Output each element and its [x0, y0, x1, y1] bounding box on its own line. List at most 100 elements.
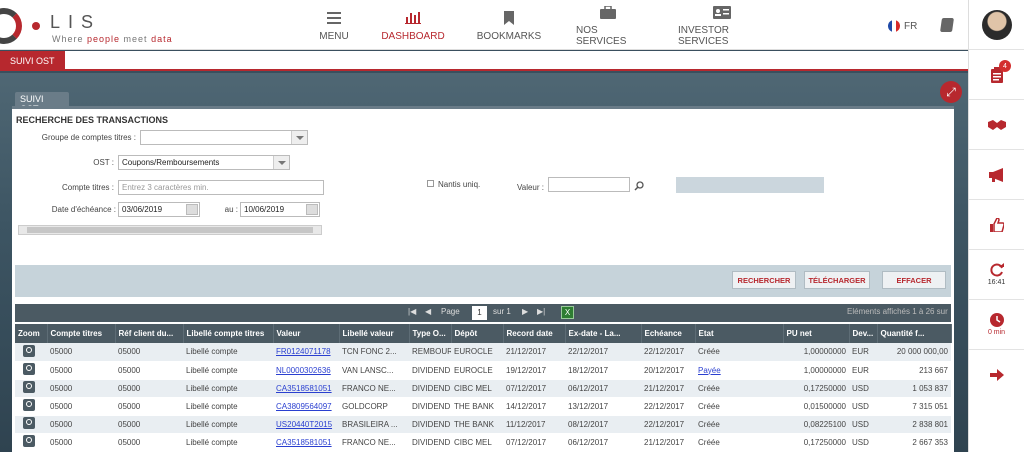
zoom-cell[interactable]: [15, 361, 47, 380]
handshake-button[interactable]: [969, 100, 1024, 150]
nav-bookmarks[interactable]: BOOKMARKS: [477, 0, 541, 50]
announcements-button[interactable]: [969, 150, 1024, 200]
expand-icon: ⤢: [946, 84, 956, 99]
zoom-icon[interactable]: [23, 417, 35, 429]
column-header[interactable]: Dev...: [849, 324, 878, 343]
download-button[interactable]: TÉLÉCHARGER: [804, 271, 870, 289]
column-header[interactable]: Dépôt: [451, 324, 504, 343]
valeur-link[interactable]: CA3518581051: [276, 438, 332, 447]
book-icon[interactable]: [940, 18, 954, 32]
valeur-link[interactable]: FR0124071178: [276, 347, 331, 356]
ost-select[interactable]: Coupons/Remboursements: [118, 155, 290, 170]
table-cell: Libellé compte: [183, 379, 273, 398]
column-header[interactable]: Ex-date - La...: [565, 324, 642, 343]
column-header[interactable]: Compte titres: [47, 324, 116, 343]
column-header[interactable]: Echéance: [641, 324, 696, 343]
valeur-input[interactable]: [548, 177, 630, 192]
search-button[interactable]: RECHERCHER: [732, 271, 796, 289]
column-header[interactable]: PU net: [783, 324, 850, 343]
groupe-select[interactable]: [140, 130, 308, 145]
zoom-cell[interactable]: [15, 415, 47, 434]
like-button[interactable]: [969, 200, 1024, 250]
panel-tab[interactable]: SUIVI OST: [15, 92, 69, 114]
column-header[interactable]: Type O...: [409, 324, 452, 343]
table-row[interactable]: 05000 05000 Libellé compte CA3518581051 FRAN…: [15, 379, 951, 398]
zoom-cell[interactable]: [15, 397, 47, 416]
table-cell: REMBOUR: [409, 343, 451, 362]
date-from-input[interactable]: 03/06/2019: [118, 202, 200, 217]
table-cell: USD: [849, 433, 877, 452]
column-header[interactable]: Réf client du...: [115, 324, 184, 343]
expand-button[interactable]: ⤢: [940, 81, 962, 103]
scrollbar-thumb[interactable]: [27, 227, 313, 233]
timer-button[interactable]: 0 min: [969, 300, 1024, 350]
nav-nos-services[interactable]: NOS SERVICES: [576, 0, 640, 50]
last-page-icon[interactable]: ▶|: [537, 307, 545, 316]
notifications-button[interactable]: 4: [969, 50, 1024, 100]
column-header[interactable]: Libellé compte titres: [183, 324, 274, 343]
valeur-link[interactable]: CA3518581051: [276, 384, 332, 393]
valeur-link[interactable]: US20440T2015: [276, 420, 332, 429]
excel-export-icon[interactable]: X: [561, 306, 574, 319]
clear-button[interactable]: EFFACER: [882, 271, 946, 289]
language-selector[interactable]: FR: [888, 20, 917, 32]
valeur-link[interactable]: CA3809564097: [276, 402, 332, 411]
date-label: Date d'échéance :: [51, 205, 116, 214]
date-to-input[interactable]: 10/06/2019: [240, 202, 320, 217]
table-cell: USD: [849, 397, 877, 416]
column-header[interactable]: Etat: [695, 324, 784, 343]
refresh-button[interactable]: 16:41: [969, 250, 1024, 300]
column-header[interactable]: Zoom: [15, 324, 48, 343]
table-row[interactable]: 05000 05000 Libellé compte FR0124071178 TCN …: [15, 343, 951, 362]
logout-button[interactable]: [969, 350, 1024, 400]
prev-page-icon[interactable]: ◀: [425, 307, 431, 316]
page-input[interactable]: 1: [472, 306, 487, 320]
column-header[interactable]: Valeur: [273, 324, 340, 343]
table-cell: 05000: [47, 361, 115, 380]
zoom-cell[interactable]: [15, 343, 47, 362]
table-cell: 22/12/2017: [641, 397, 695, 416]
table-cell: Créée: [695, 379, 783, 398]
nantis-checkbox[interactable]: [427, 180, 434, 187]
au-label: au :: [224, 205, 238, 214]
table-cell: 0,17250000: [783, 433, 849, 452]
zoom-icon[interactable]: [23, 344, 35, 357]
zoom-icon[interactable]: [23, 381, 35, 393]
column-header[interactable]: Record date: [503, 324, 566, 343]
nav-menu[interactable]: MENU: [316, 0, 352, 50]
next-page-icon[interactable]: ▶: [522, 307, 528, 316]
calendar-icon[interactable]: [186, 204, 198, 215]
table-cell: 20/12/2017: [641, 361, 695, 380]
table-row[interactable]: 05000 05000 Libellé compte US20440T2015 BRAS…: [15, 415, 951, 434]
transactions-panel: RECHERCHE DES TRANSACTIONS Groupe de com…: [12, 106, 954, 452]
valeur-display: [676, 177, 824, 193]
user-avatar-button[interactable]: [969, 0, 1024, 50]
valeur-link[interactable]: NL0000302636: [276, 366, 331, 375]
column-header[interactable]: Quantité f...: [877, 324, 952, 343]
nantis-label: Nantis uniq.: [438, 180, 481, 189]
megaphone-icon: [988, 167, 1003, 182]
etat-link[interactable]: Payée: [698, 366, 721, 375]
nav-investor-services[interactable]: INVESTOR SERVICES: [678, 0, 766, 50]
zoom-icon[interactable]: [23, 363, 35, 375]
table-row[interactable]: 05000 05000 Libellé compte CA3518581051 FRAN…: [15, 433, 951, 452]
nav-dashboard[interactable]: DASHBOARD: [381, 0, 445, 50]
calendar-icon[interactable]: [306, 204, 318, 215]
logout-icon: [989, 369, 1004, 381]
table-cell: Libellé compte: [183, 397, 273, 416]
table-cell: Créée: [695, 343, 783, 362]
zoom-cell[interactable]: [15, 433, 47, 452]
table-cell: EUR: [849, 343, 877, 362]
horizontal-scrollbar[interactable]: [18, 225, 322, 235]
zoom-icon[interactable]: [23, 399, 35, 411]
zoom-icon[interactable]: [23, 435, 35, 447]
table-row[interactable]: 05000 05000 Libellé compte NL0000302636 VAN …: [15, 361, 951, 380]
search-icon[interactable]: [634, 181, 644, 191]
brand-tagline: Where people meet data: [52, 34, 173, 44]
table-row[interactable]: 05000 05000 Libellé compte CA3809564097 GOLD…: [15, 397, 951, 416]
column-header[interactable]: Libellé valeur: [339, 324, 410, 343]
compte-input[interactable]: Entrez 3 caractères min.: [118, 180, 324, 195]
zoom-cell[interactable]: [15, 379, 47, 398]
tab-suivi-ost[interactable]: SUIVI OST: [0, 51, 65, 71]
first-page-icon[interactable]: |◀: [408, 307, 416, 316]
